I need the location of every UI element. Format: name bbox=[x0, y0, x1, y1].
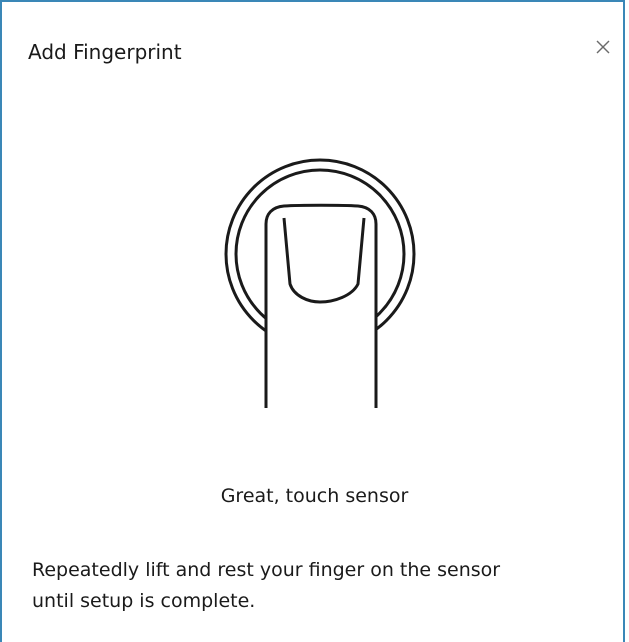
add-fingerprint-dialog: Add Fingerprint Great, touch sensor Repe… bbox=[0, 0, 625, 642]
dialog-title: Add Fingerprint bbox=[28, 40, 182, 64]
status-message: Great, touch sensor bbox=[220, 485, 409, 507]
close-button[interactable] bbox=[590, 34, 616, 60]
close-icon bbox=[596, 40, 610, 54]
instruction-text: Repeatedly lift and rest your finger on … bbox=[32, 555, 622, 617]
instruction-line: until setup is complete. bbox=[32, 590, 256, 612]
instruction-line: Repeatedly lift and rest your finger on … bbox=[32, 559, 501, 581]
finger-on-sensor-icon bbox=[224, 158, 416, 408]
